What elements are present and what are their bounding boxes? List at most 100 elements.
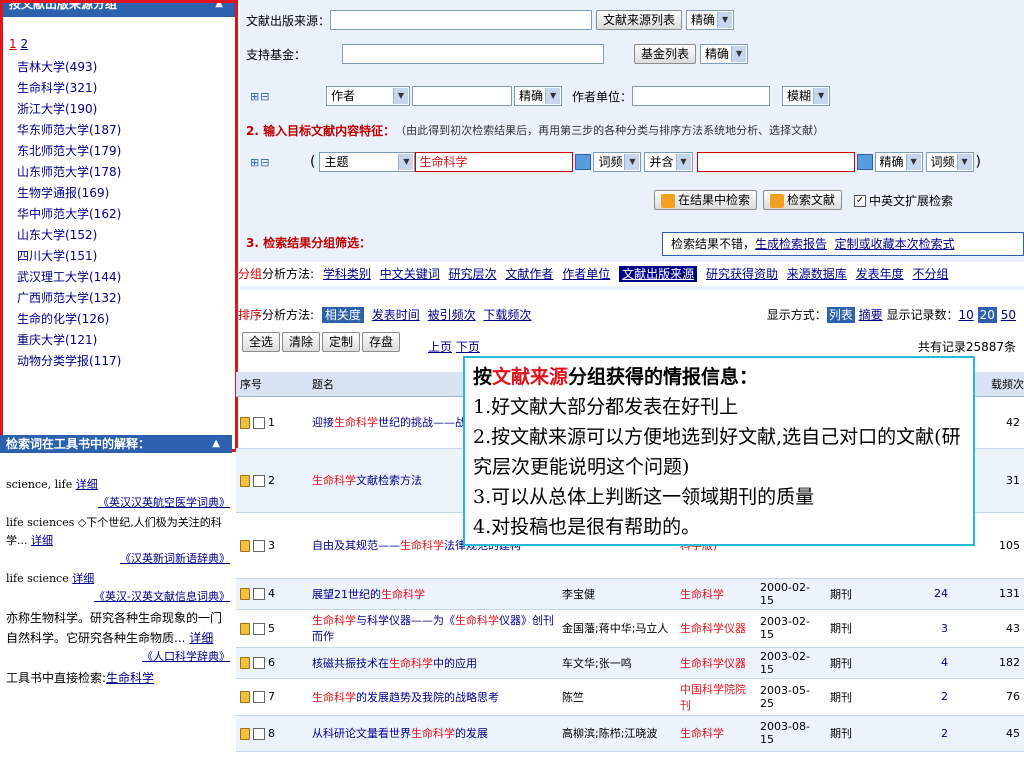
- fund-precision-select[interactable]: 精确 ▼: [700, 44, 749, 64]
- col-header[interactable]: 序号: [236, 372, 308, 397]
- source-item[interactable]: 广西师范大学(132): [17, 288, 235, 309]
- group-option[interactable]: 研究层次: [449, 267, 497, 281]
- cited-count-cell[interactable]: 3: [886, 609, 952, 648]
- title-link[interactable]: 展望21世纪的生命科学: [308, 578, 558, 610]
- cited-count-cell[interactable]: 24: [886, 578, 952, 610]
- topic2-wordfreq-select[interactable]: 词频 ▼: [925, 152, 974, 172]
- source-cell[interactable]: 生命科学: [676, 578, 756, 610]
- row-checkbox[interactable]: [253, 622, 265, 635]
- detail-link[interactable]: 详细: [31, 534, 53, 547]
- sort-option[interactable]: 下载频次: [483, 308, 531, 322]
- source-cell[interactable]: 生命科学仪器: [676, 609, 756, 648]
- direct-search-link[interactable]: 生命科学: [106, 671, 154, 685]
- source-item[interactable]: 山东师范大学(178): [17, 162, 235, 183]
- document-icon[interactable]: [240, 622, 250, 635]
- table-row[interactable]: 7 生命科学的发展趋势及我院的战略思考 陈竺 中国科学院院刊 2003-05-25 期刊 2…: [236, 678, 1024, 716]
- document-icon[interactable]: [240, 727, 250, 740]
- title-link[interactable]: 从科研论文量看世界生命科学的发展: [308, 715, 558, 752]
- group-option[interactable]: 发表年度: [856, 267, 904, 281]
- source-cell[interactable]: 生命科学: [676, 715, 756, 752]
- logic-operator-select[interactable]: 并含 ▼: [644, 152, 693, 172]
- group-option[interactable]: 学科类别: [323, 267, 371, 281]
- topic-input[interactable]: 生命科学: [415, 152, 574, 172]
- row-number-cell[interactable]: 5: [236, 609, 308, 648]
- author-cell[interactable]: 陈竺: [558, 678, 676, 716]
- dict-source-link[interactable]: 《汉英新词新语辞典》: [120, 552, 230, 565]
- group-option[interactable]: 不分组: [912, 267, 948, 281]
- row-number-cell[interactable]: 7: [236, 678, 308, 716]
- row-number-cell[interactable]: 1: [236, 396, 308, 449]
- document-icon[interactable]: [240, 657, 250, 669]
- document-icon[interactable]: [240, 588, 250, 600]
- grid-icon[interactable]: [575, 154, 592, 170]
- sort-option[interactable]: 发表时间: [372, 308, 420, 322]
- topic-field-select[interactable]: 主题 ▼: [319, 152, 416, 172]
- search-term-header[interactable]: 检索词在工具书中的解释： ▲: [0, 435, 232, 453]
- row-checkbox[interactable]: [253, 727, 265, 740]
- source-item[interactable]: 动物分类学报(117): [17, 351, 235, 372]
- row-checkbox[interactable]: [253, 588, 265, 600]
- source-group-header[interactable]: 按文献出版来源分组 ▲: [3, 3, 235, 17]
- next-page-link[interactable]: 下页: [456, 340, 480, 354]
- dict-source-link[interactable]: 《英汉汉英航空医学词典》: [98, 496, 230, 509]
- title-link[interactable]: 生命科学与科学仪器——为《生命科学仪器》创刊而作: [308, 609, 558, 648]
- count-option[interactable]: 50: [1001, 308, 1016, 322]
- sort-option[interactable]: 被引频次: [428, 308, 476, 322]
- row-number-cell[interactable]: 6: [236, 647, 308, 679]
- prev-page-link[interactable]: 上页: [428, 340, 452, 354]
- detail-link[interactable]: 详细: [76, 478, 98, 491]
- fund-list-button[interactable]: 基金列表: [634, 44, 697, 64]
- group-option[interactable]: 文献作者: [505, 267, 553, 281]
- source-item[interactable]: 生命的化学(126): [17, 309, 235, 330]
- ext-search-checkbox[interactable]: ✓ 中英文扩展检索: [854, 192, 953, 209]
- source-cell[interactable]: 中国科学院院刊: [676, 678, 756, 716]
- pager-page-1[interactable]: 1: [9, 37, 17, 51]
- topic-input-2[interactable]: [696, 152, 855, 172]
- save-button[interactable]: 存盘: [362, 332, 401, 352]
- display-list-option[interactable]: 列表: [826, 307, 855, 323]
- fund-input[interactable]: [342, 44, 604, 64]
- title-link[interactable]: 核磁共振技术在生命科学中的应用: [308, 647, 558, 679]
- table-row[interactable]: 6 核磁共振技术在生命科学中的应用 车文华;张一鸣 生命科学仪器 2003-02-15 期…: [236, 647, 1024, 679]
- display-summary-option[interactable]: 摘要: [859, 308, 883, 322]
- group-option[interactable]: 中文关键词: [380, 267, 440, 281]
- detail-link[interactable]: 详细: [72, 572, 94, 585]
- collapse-triangle-icon[interactable]: ▲: [212, 435, 220, 453]
- sort-option-active[interactable]: 相关度: [321, 307, 364, 323]
- clear-button[interactable]: 清除: [282, 332, 321, 352]
- row-number-cell[interactable]: 3: [236, 512, 308, 579]
- author-unit-input[interactable]: [632, 86, 771, 106]
- add-remove-row-icon[interactable]: ⊞⊟: [250, 156, 310, 169]
- source-item[interactable]: 山东大学(152): [17, 225, 235, 246]
- author-input[interactable]: [412, 86, 512, 106]
- group-option[interactable]: 作者单位: [562, 267, 610, 281]
- detail-link[interactable]: 详细: [189, 631, 213, 645]
- customize-button[interactable]: 定制: [322, 332, 361, 352]
- document-icon[interactable]: [240, 474, 250, 487]
- row-checkbox[interactable]: [253, 474, 265, 487]
- author-field-select[interactable]: 作者 ▼: [326, 86, 410, 106]
- cited-count-cell[interactable]: 2: [886, 678, 952, 716]
- title-link[interactable]: 生命科学的发展趋势及我院的战略思考: [308, 678, 558, 716]
- table-row[interactable]: 8 从科研论文量看世界生命科学的发展 高柳滨;陈栉;江晓波 生命科学 2003-08-1…: [236, 715, 1024, 752]
- group-option[interactable]: 研究获得资助: [706, 267, 778, 281]
- pager-page-2[interactable]: 2: [20, 37, 28, 51]
- cited-count-cell[interactable]: 4: [886, 647, 952, 679]
- author-cell[interactable]: 金国藩;蒋中华;马立人: [558, 609, 676, 648]
- add-remove-row-icon[interactable]: ⊞⊟: [250, 90, 326, 103]
- source-precision-select[interactable]: 精确 ▼: [686, 10, 735, 30]
- row-number-cell[interactable]: 4: [236, 578, 308, 610]
- author-cell[interactable]: 李宝健: [558, 578, 676, 610]
- topic-wordfreq-select[interactable]: 词频 ▼: [593, 152, 642, 172]
- grid-icon[interactable]: [856, 154, 873, 170]
- dict-source-link[interactable]: 《英汉-汉英文献信息词典》: [94, 590, 230, 603]
- generate-report-link[interactable]: 生成检索报告: [755, 237, 827, 251]
- search-button[interactable]: 检索文献: [763, 190, 843, 210]
- author-precision-select[interactable]: 精确 ▼: [514, 86, 563, 106]
- source-item[interactable]: 东北师范大学(179): [17, 141, 235, 162]
- dict-source-link[interactable]: 《人口科学辞典》: [142, 650, 230, 663]
- row-checkbox[interactable]: [253, 539, 265, 552]
- table-row[interactable]: 5 生命科学与科学仪器——为《生命科学仪器》创刊而作 金国藩;蒋中华;马立人 生命科学…: [236, 609, 1024, 648]
- row-checkbox[interactable]: [253, 691, 265, 703]
- source-item[interactable]: 四川大学(151): [17, 246, 235, 267]
